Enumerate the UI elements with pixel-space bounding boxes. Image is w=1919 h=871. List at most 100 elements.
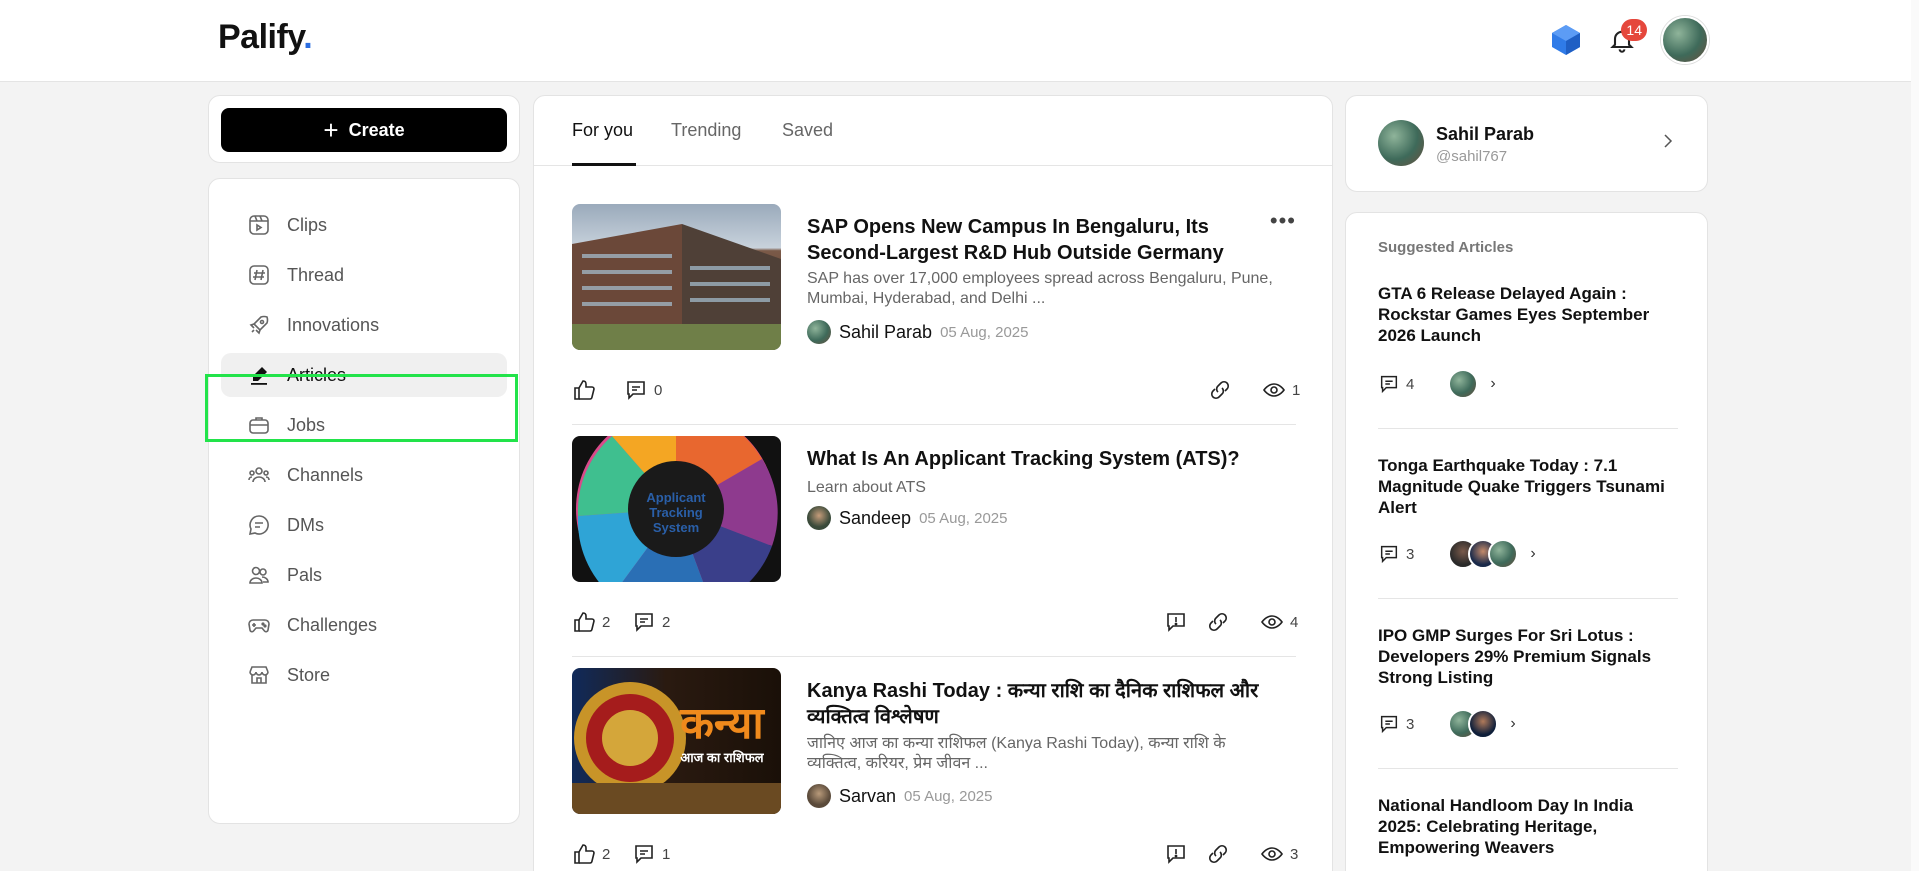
suggested-article[interactable]: IPO GMP Surges For Sri Lotus : Developer… [1378, 625, 1678, 739]
article-title[interactable]: Kanya Rashi Today : कन्या राशि का दैनिक … [807, 678, 1267, 730]
article-card[interactable]: कन्या आज का राशिफल Kanya Rashi Today : क… [572, 668, 1298, 868]
tab-saved[interactable]: Saved [782, 120, 833, 141]
sidebar-item-dms[interactable]: DMs [221, 503, 507, 547]
svg-text:कन्या: कन्या [679, 699, 765, 748]
sidebar-item-channels[interactable]: Channels [221, 453, 507, 497]
sidebar-item-pals[interactable]: Pals [221, 553, 507, 597]
author-name[interactable]: Sahil Parab [839, 322, 932, 343]
svg-text:Tracking: Tracking [649, 505, 703, 520]
cube-icon[interactable] [1549, 23, 1583, 57]
comment-icon [635, 613, 653, 632]
divider [1378, 768, 1678, 769]
scrollbar[interactable] [1911, 0, 1919, 871]
like-button[interactable] [572, 378, 602, 402]
article-meta: Sahil Parab 05 Aug, 2025 [807, 320, 1028, 344]
post-date: 05 Aug, 2025 [919, 509, 1008, 527]
building-image [572, 224, 781, 350]
comment-button[interactable]: 2 [632, 610, 670, 634]
top-bar: Palify. 14 [0, 0, 1919, 82]
post-date: 05 Aug, 2025 [904, 787, 993, 805]
notification-badge: 14 [1621, 19, 1647, 41]
reader-avatars[interactable] [1448, 709, 1499, 739]
article-actions: 2 2 4 [572, 610, 1298, 638]
report-icon [1167, 845, 1185, 864]
suggested-article[interactable]: National Handloom Day In India 2025: Cel… [1378, 795, 1678, 858]
suggested-meta: 4 › [1378, 369, 1496, 399]
reader-avatars[interactable] [1448, 369, 1479, 399]
thumbs-up-icon [574, 380, 595, 400]
eye-icon [1261, 847, 1283, 861]
sidebar-item-clips[interactable]: Clips [221, 203, 507, 247]
chat-icon [248, 515, 269, 536]
comment-icon [1380, 545, 1398, 564]
notifications-button[interactable]: 14 [1605, 19, 1647, 57]
profile-name[interactable]: Sahil Parab [1436, 124, 1534, 145]
author-avatar[interactable] [807, 506, 831, 530]
suggested-meta: 3 › [1378, 539, 1536, 569]
user-avatar[interactable] [1661, 16, 1709, 64]
post-date: 05 Aug, 2025 [940, 323, 1029, 341]
author-avatar[interactable] [807, 320, 831, 344]
profile-card[interactable]: Sahil Parab @sahil767 [1345, 95, 1708, 192]
comment-button[interactable]: 0 [624, 378, 662, 402]
report-button[interactable] [1164, 842, 1188, 866]
tab-for-you[interactable]: For you [572, 120, 633, 141]
chevron-right-icon[interactable]: › [1510, 715, 1515, 733]
sidebar-item-store[interactable]: Store [221, 653, 507, 697]
link-icon [1210, 380, 1230, 400]
sidebar-item-thread[interactable]: Thread [221, 253, 507, 297]
profile-avatar[interactable] [1378, 120, 1424, 166]
comment-icon [1380, 375, 1398, 394]
comment-button[interactable]: 1 [632, 842, 670, 866]
sidebar-item-challenges[interactable]: Challenges [221, 603, 507, 647]
suggested-articles: Suggested Articles GTA 6 Release Delayed… [1345, 212, 1708, 871]
article-card[interactable]: SAP Opens New Campus In Bengaluru, Its S… [572, 204, 1300, 425]
like-button[interactable]: 2 [572, 842, 610, 866]
chevron-right-icon[interactable] [1659, 132, 1677, 150]
article-thumbnail[interactable] [572, 204, 781, 350]
suggested-title[interactable]: IPO GMP Surges For Sri Lotus : Developer… [1378, 625, 1678, 688]
article-title[interactable]: SAP Opens New Campus In Bengaluru, Its S… [807, 214, 1267, 266]
like-button[interactable]: 2 [572, 610, 610, 634]
share-button[interactable] [1206, 842, 1230, 866]
logo[interactable]: Palify. [218, 18, 313, 57]
report-button[interactable] [1164, 610, 1188, 634]
views-count: 1 [1262, 378, 1300, 402]
suggested-title[interactable]: Tonga Earthquake Today : 7.1 Magnitude Q… [1378, 455, 1678, 518]
sidebar-item-articles[interactable]: Articles [221, 353, 507, 397]
article-card[interactable]: Applicant Tracking System What Is An App… [572, 436, 1298, 657]
channels-icon [248, 467, 270, 483]
suggested-article[interactable]: Tonga Earthquake Today : 7.1 Magnitude Q… [1378, 455, 1678, 569]
suggested-title[interactable]: GTA 6 Release Delayed Again : Rockstar G… [1378, 283, 1678, 346]
share-button[interactable] [1206, 610, 1230, 634]
tab-trending[interactable]: Trending [671, 120, 741, 141]
reader-avatars[interactable] [1448, 539, 1519, 569]
article-meta: Sandeep 05 Aug, 2025 [807, 506, 1008, 530]
comment-icon [627, 381, 645, 400]
article-thumbnail[interactable]: Applicant Tracking System [572, 436, 781, 582]
plus-icon: + [323, 115, 339, 145]
sidebar-item-jobs[interactable]: Jobs [221, 403, 507, 447]
suggested-title[interactable]: National Handloom Day In India 2025: Cel… [1378, 795, 1678, 858]
chevron-right-icon[interactable]: › [1490, 375, 1495, 393]
create-button[interactable]: + Create [221, 108, 507, 152]
thumbs-up-icon [574, 844, 595, 864]
article-description: SAP has over 17,000 employees spread acr… [807, 270, 1273, 307]
svg-text:Applicant: Applicant [646, 490, 706, 505]
share-button[interactable] [1208, 378, 1232, 402]
suggested-article[interactable]: GTA 6 Release Delayed Again : Rockstar G… [1378, 283, 1678, 399]
author-name[interactable]: Sarvan [839, 786, 896, 807]
suggested-heading: Suggested Articles [1378, 239, 1514, 256]
article-thumbnail[interactable]: कन्या आज का राशिफल [572, 668, 781, 814]
article-title[interactable]: What Is An Applicant Tracking System (AT… [807, 446, 1267, 472]
eye-icon [1263, 383, 1285, 397]
briefcase-icon [249, 417, 269, 434]
divider [1378, 428, 1678, 429]
author-avatar[interactable] [807, 784, 831, 808]
chevron-right-icon[interactable]: › [1530, 545, 1535, 563]
article-actions: 0 1 [572, 378, 1300, 406]
rocket-icon [249, 315, 269, 335]
more-options-icon[interactable]: ••• [1270, 208, 1296, 234]
author-name[interactable]: Sandeep [839, 508, 911, 529]
sidebar-item-innovations[interactable]: Innovations [221, 303, 507, 347]
